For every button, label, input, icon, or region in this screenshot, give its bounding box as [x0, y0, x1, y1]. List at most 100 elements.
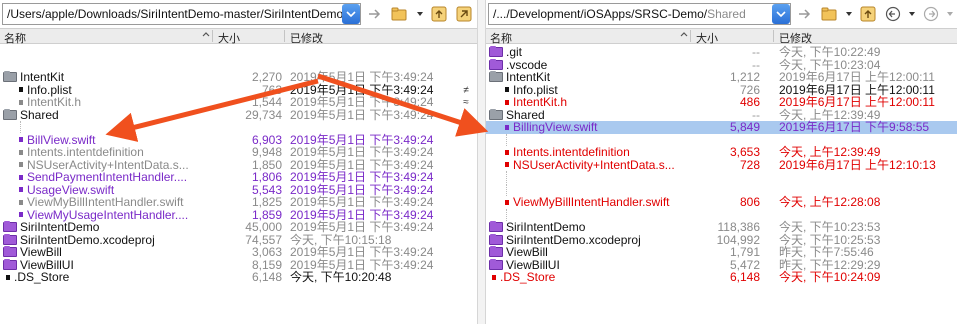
- refresh-arrow-icon[interactable]: [795, 3, 816, 25]
- file-size: 1,791: [729, 245, 760, 259]
- file-row[interactable]: .DS_Store 6,148 今天, 下午10:20:48: [0, 271, 477, 284]
- blank-row: [0, 121, 477, 134]
- sort-indicator-icon[interactable]: [680, 30, 688, 43]
- pane-divider[interactable]: [477, 0, 486, 324]
- file-row[interactable]: .DS_Store 6,148 今天, 下午10:24:09: [486, 271, 957, 284]
- file-name: IntentKit.h: [27, 95, 82, 109]
- folder-icon: [489, 258, 503, 270]
- file-size: 29,734: [245, 107, 282, 122]
- file-modified: 2019年6月17日 上午12:00:11: [779, 70, 935, 84]
- file-row[interactable]: NSUserActivity+IntentData.s... 728 2019年6月…: [486, 157, 957, 172]
- file-modified: 昨天, 下午7:55:46: [779, 245, 874, 259]
- left-file-list: IntentKit 2,270 2019年5月1日 下午3:49:24 Info.pl…: [0, 71, 477, 284]
- column-modified[interactable]: 已修改: [779, 30, 812, 46]
- row-name: IntentKit: [3, 71, 64, 84]
- file-name: SendPaymentIntentHandler....: [27, 170, 188, 184]
- file-row[interactable]: BillingView.swift 5,849 2019年6月17日 下午9:58:…: [486, 121, 957, 134]
- chevron-down-icon[interactable]: [907, 3, 916, 25]
- file-icon: [505, 199, 509, 205]
- folder-row[interactable]: ViewBillUI 8,159 2019年5月1日 下午3:49:24: [0, 258, 477, 272]
- open-folder-icon[interactable]: [390, 3, 411, 25]
- path-dropdown-icon[interactable]: [341, 4, 360, 24]
- parent-folder-icon[interactable]: [858, 3, 879, 25]
- row-name: BillingView.swift: [502, 121, 597, 134]
- file-modified: 2019年6月17日 上午12:00:11: [779, 95, 935, 109]
- tree-guide: [506, 133, 507, 146]
- path-dropdown-icon[interactable]: [771, 4, 790, 24]
- left-path-text: /Users/apple/Downloads/SiriIntentDemo-ma…: [7, 7, 344, 21]
- file-row[interactable]: ViewMyBillIntentHandler.swift 806 今天, 上午12…: [486, 196, 957, 209]
- chevron-down-icon[interactable]: [415, 3, 425, 25]
- file-modified: 2019年6月17日 下午9:58:55: [779, 120, 930, 134]
- folder-row[interactable]: Shared 29,734 2019年5月1日 下午3:49:24: [0, 107, 477, 122]
- sort-indicator-icon[interactable]: [202, 30, 210, 43]
- open-folder-icon[interactable]: [819, 3, 840, 25]
- tree-guide: [506, 183, 507, 196]
- diff-marker-similar: ≈: [463, 97, 469, 108]
- row-name: Intents.intentdefinition: [16, 146, 144, 159]
- file-icon: [505, 87, 509, 93]
- column-name[interactable]: 名称: [4, 30, 26, 46]
- file-size: 486: [739, 95, 760, 109]
- file-row[interactable]: ViewMyBillIntentHandler.swift 1,825 2019年5…: [0, 196, 477, 209]
- file-size: 118,386: [717, 220, 761, 234]
- row-name: ViewBill: [3, 246, 62, 259]
- right-path-field[interactable]: /.../Development/iOSApps/SRSC-Demo/Share…: [488, 3, 791, 25]
- file-size: 1,806: [251, 170, 282, 184]
- file-name: IntentKit: [20, 70, 65, 84]
- chevron-down-icon[interactable]: [844, 3, 853, 25]
- file-row[interactable]: IntentKit.h 486 2019年6月17日 上午12:00:11: [486, 96, 957, 109]
- folder-row[interactable]: SiriIntentDemo 118,386 今天, 下午10:23:53: [486, 221, 957, 234]
- back-icon[interactable]: [883, 3, 904, 25]
- row-name: IntentKit.h: [502, 96, 567, 109]
- folder-row[interactable]: ViewBill 3,063 2019年5月1日 下午3:49:24: [0, 246, 477, 259]
- file-icon: [505, 149, 509, 155]
- folder-row[interactable]: ViewBill 1,791 昨天, 下午7:55:46: [486, 246, 957, 259]
- column-name[interactable]: 名称: [490, 30, 512, 46]
- file-row[interactable]: Intents.intentdefinition 9,948 2019年5月1日 下…: [0, 146, 477, 159]
- file-icon: [19, 212, 23, 218]
- file-name: IntentKit: [506, 70, 551, 84]
- row-name: .DS_Store: [3, 271, 69, 284]
- file-size: 3,063: [251, 245, 282, 259]
- chevron-down-icon[interactable]: [946, 3, 955, 25]
- left-column-header: 名称 大小 已修改: [0, 28, 477, 46]
- folder-row[interactable]: SiriIntentDemo 45,000 2019年5月1日 下午3:49:24: [0, 221, 477, 234]
- folder-row[interactable]: ViewBillUI 5,472 昨天, 下午12:29:29: [486, 258, 957, 272]
- refresh-arrow-icon[interactable]: [365, 3, 386, 25]
- file-modified: 2019年5月1日 下午3:49:24: [290, 170, 434, 184]
- file-size: 728: [739, 157, 760, 172]
- tree-guide: [506, 171, 507, 183]
- row-name: Intents.intentdefinition: [502, 146, 630, 159]
- row-name: ViewBill: [489, 246, 548, 259]
- folder-icon: [489, 221, 503, 233]
- folder-icon: [3, 108, 17, 120]
- file-modified: 2019年6月17日 上午12:10:13: [779, 157, 936, 172]
- column-modified[interactable]: 已修改: [290, 30, 323, 46]
- file-name: Intents.intentdefinition: [27, 145, 144, 159]
- file-modified: 2019年5月1日 下午3:49:24: [290, 95, 434, 109]
- column-size[interactable]: 大小: [218, 30, 240, 46]
- parent-folder-icon[interactable]: [429, 3, 450, 25]
- folder-row[interactable]: IntentKit 1,212 2019年6月17日 上午12:00:11: [486, 71, 957, 84]
- column-size[interactable]: 大小: [696, 30, 718, 46]
- file-name: ViewMyBillIntentHandler.swift: [27, 195, 184, 209]
- row-name: SiriIntentDemo: [489, 221, 585, 234]
- file-icon: [19, 149, 23, 155]
- left-pane: /Users/apple/Downloads/SiriIntentDemo-ma…: [0, 0, 477, 324]
- folder-row[interactable]: SiriIntentDemo.xcodeproj 104,992 今天, 下午10:…: [486, 233, 957, 247]
- row-name: SendPaymentIntentHandler....: [16, 171, 187, 184]
- file-row[interactable]: IntentKit.h 1,544 2019年5月1日 下午3:49:24: [0, 96, 477, 109]
- file-row[interactable]: SendPaymentIntentHandler.... 1,806 2019年5月…: [0, 171, 477, 184]
- folder-row[interactable]: IntentKit 2,270 2019年5月1日 下午3:49:24: [0, 71, 477, 84]
- file-modified: 今天, 下午10:24:09: [779, 270, 881, 284]
- left-path-field[interactable]: /Users/apple/Downloads/SiriIntentDemo-ma…: [2, 3, 361, 25]
- file-name: SiriIntentDemo: [20, 220, 100, 234]
- file-icon: [19, 99, 23, 105]
- folder-row[interactable]: .git -- 今天, 下午10:22:49: [486, 46, 957, 59]
- file-name: .DS_Store: [500, 270, 556, 284]
- forward-icon[interactable]: [921, 3, 942, 25]
- file-row[interactable]: Intents.intentdefinition 3,653 今天, 上午12:39…: [486, 146, 957, 159]
- root-folder-icon[interactable]: [454, 3, 475, 25]
- right-toolbar: /.../Development/iOSApps/SRSC-Demo/Share…: [486, 0, 957, 28]
